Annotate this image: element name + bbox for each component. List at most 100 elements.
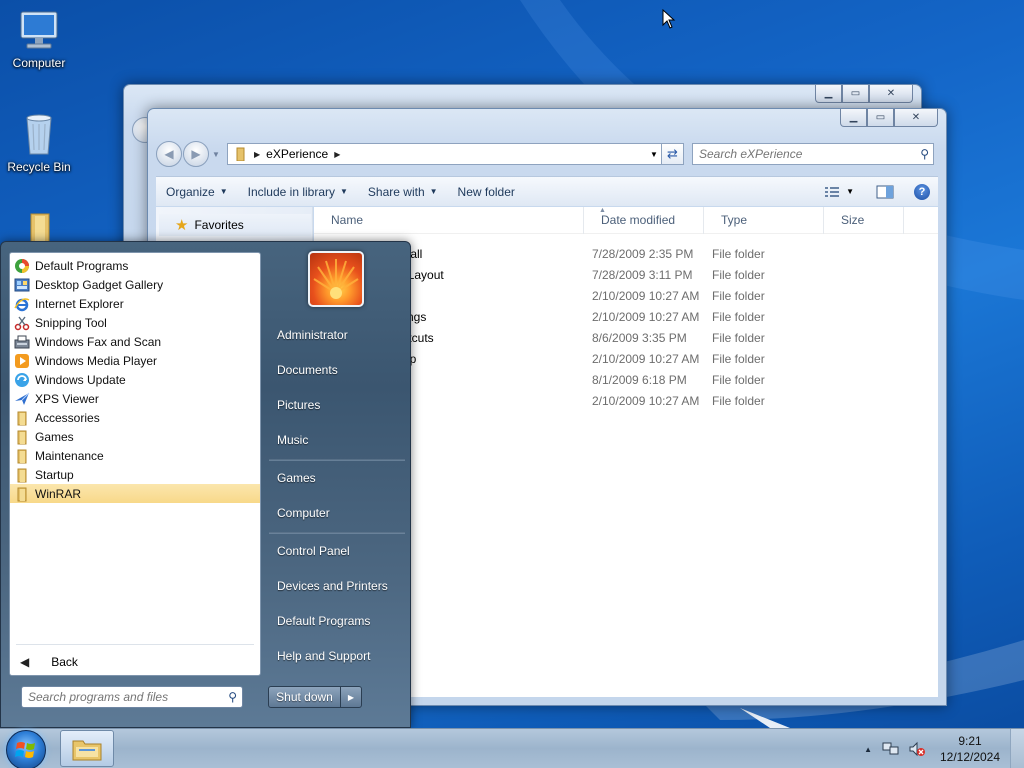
start-search-input[interactable] xyxy=(28,690,218,704)
address-dropdown-icon[interactable]: ▼ xyxy=(647,150,661,159)
media-player-icon xyxy=(14,353,30,369)
breadcrumb-arrow-icon[interactable]: ▶ xyxy=(334,150,340,159)
file-date: 2/10/2009 10:27 AM xyxy=(592,288,700,303)
file-date: 2/10/2009 10:27 AM xyxy=(592,351,700,366)
maximize-button[interactable]: ▭ xyxy=(842,85,869,103)
menu-item-control-panel[interactable]: Control Panel xyxy=(277,544,350,558)
show-hidden-icons-icon[interactable]: ▲ xyxy=(864,745,872,754)
menu-item-default-programs[interactable]: Default Programs xyxy=(277,614,370,628)
windows-logo-icon xyxy=(15,742,35,758)
new-folder-button[interactable]: New folder xyxy=(448,185,525,199)
search-icon[interactable]: ⚲ xyxy=(920,147,929,161)
program-label: Windows Fax and Scan xyxy=(35,334,162,349)
column-header-name[interactable]: Name xyxy=(314,206,584,234)
start-button[interactable] xyxy=(6,730,46,768)
folder-icon xyxy=(14,429,30,445)
folder-icon xyxy=(14,410,30,426)
desktop-icon-folder[interactable] xyxy=(1,212,77,242)
network-icon[interactable] xyxy=(882,741,900,757)
nav-item-favorites[interactable]: ★ Favorites xyxy=(159,214,311,236)
show-desktop-button[interactable] xyxy=(1010,729,1024,768)
organize-button[interactable]: Organize ▼ xyxy=(156,185,238,199)
program-item-desktop-gadget-gallery[interactable]: Desktop Gadget Gallery xyxy=(10,275,260,294)
taskbar-explorer-button[interactable] xyxy=(60,730,114,767)
program-item-snipping-tool[interactable]: Snipping Tool xyxy=(10,313,260,332)
shut-down-button[interactable]: Shut down xyxy=(268,686,341,708)
explorer-search[interactable]: ⚲ xyxy=(692,143,934,165)
view-options-button[interactable]: ▼ xyxy=(824,186,854,198)
navigation-bar: ◀ ▶ ▼ ▶ eXPerience ▶ ▼ ⇄ ⚲ xyxy=(156,141,938,167)
menu-item-administrator[interactable]: Administrator xyxy=(277,328,348,342)
clock-date: 12/12/2024 xyxy=(939,750,1001,764)
volume-muted-icon[interactable] xyxy=(908,741,926,757)
menu-item-music[interactable]: Music xyxy=(277,433,308,447)
back-button[interactable]: ◀ xyxy=(156,141,182,167)
share-with-button[interactable]: Share with ▼ xyxy=(358,185,448,199)
desktop-icon-recycle-bin[interactable]: Recycle Bin xyxy=(1,110,77,174)
explorer-search-input[interactable] xyxy=(699,147,909,161)
refresh-button[interactable]: ⇄ xyxy=(662,143,684,165)
preview-pane-icon[interactable] xyxy=(876,185,894,199)
program-item-internet-explorer[interactable]: Internet Explorer xyxy=(10,294,260,313)
internet-explorer-icon xyxy=(14,296,30,312)
program-label: XPS Viewer xyxy=(35,391,99,406)
program-item-windows-media-player[interactable]: Windows Media Player xyxy=(10,351,260,370)
clock-time: 9:21 xyxy=(958,734,982,748)
address-bar[interactable]: ▶ eXPerience ▶ ▼ xyxy=(227,143,662,165)
program-item-games[interactable]: Games xyxy=(10,427,260,446)
file-type: File folder xyxy=(712,372,765,387)
program-item-windows-update[interactable]: Windows Update xyxy=(10,370,260,389)
breadcrumb-item[interactable]: eXPerience xyxy=(266,147,328,161)
help-icon[interactable]: ? xyxy=(914,183,930,200)
menu-item-pictures[interactable]: Pictures xyxy=(277,398,320,412)
program-label: WinRAR xyxy=(35,486,82,501)
divider xyxy=(269,532,405,534)
file-date: 8/6/2009 3:35 PM xyxy=(592,330,687,345)
back-arrow-icon: ◀ xyxy=(20,655,30,669)
menu-item-help-and-support[interactable]: Help and Support xyxy=(277,649,370,663)
user-picture[interactable] xyxy=(308,251,364,307)
new-folder-label: New folder xyxy=(457,184,515,199)
clock[interactable]: 9:21 12/12/2024 xyxy=(938,733,1002,765)
refresh-icon: ⇄ xyxy=(667,146,678,161)
nav-item-label: Favorites xyxy=(194,218,244,232)
program-label: Games xyxy=(35,429,74,444)
close-button[interactable]: ✕ xyxy=(894,109,938,127)
close-button[interactable]: ✕ xyxy=(869,85,913,103)
minimize-button[interactable]: ▁ xyxy=(815,85,842,103)
column-header-date-modified[interactable]: Date modified xyxy=(584,206,704,234)
column-header-size[interactable]: Size xyxy=(824,206,904,234)
program-item-xps-viewer[interactable]: XPS Viewer xyxy=(10,389,260,408)
column-header-type[interactable]: Type xyxy=(704,206,824,234)
start-search[interactable]: ⚲ xyxy=(21,686,243,708)
breadcrumb-arrow-icon[interactable]: ▶ xyxy=(254,150,260,159)
menu-item-documents[interactable]: Documents xyxy=(277,363,338,377)
recent-pages-dropdown[interactable]: ▼ xyxy=(209,150,223,159)
minimize-button[interactable]: ▁ xyxy=(840,109,867,127)
file-date: 2/10/2009 10:27 AM xyxy=(592,309,700,324)
program-item-default-programs[interactable]: Default Programs xyxy=(10,256,260,275)
menu-item-computer[interactable]: Computer xyxy=(277,506,330,520)
divider xyxy=(269,459,405,461)
menu-item-games[interactable]: Games xyxy=(277,471,316,485)
program-item-winrar[interactable]: WinRAR xyxy=(10,484,260,503)
program-item-accessories[interactable]: Accessories xyxy=(10,408,260,427)
maximize-button[interactable]: ▭ xyxy=(867,109,894,127)
shut-down-options-button[interactable]: ▶ xyxy=(340,686,362,708)
start-menu: Default Programs Desktop Gadget Gallery … xyxy=(0,241,411,728)
forward-arrow-icon: ▶ xyxy=(191,147,201,161)
program-item-startup[interactable]: Startup xyxy=(10,465,260,484)
search-icon[interactable]: ⚲ xyxy=(228,690,237,704)
recycle-bin-icon xyxy=(26,114,52,155)
all-programs-list: Default Programs Desktop Gadget Gallery … xyxy=(9,252,261,676)
file-type: File folder xyxy=(712,288,765,303)
forward-button[interactable]: ▶ xyxy=(183,141,209,167)
program-item-windows-fax-and-scan[interactable]: Windows Fax and Scan xyxy=(10,332,260,351)
file-type: File folder xyxy=(712,246,765,261)
include-in-library-button[interactable]: Include in library ▼ xyxy=(238,185,358,199)
back-button[interactable]: ◀ Back xyxy=(20,655,78,669)
file-type: File folder xyxy=(712,309,765,324)
program-item-maintenance[interactable]: Maintenance xyxy=(10,446,260,465)
menu-item-devices-and-printers[interactable]: Devices and Printers xyxy=(277,579,388,593)
desktop-icon-computer[interactable]: Computer xyxy=(1,8,77,70)
